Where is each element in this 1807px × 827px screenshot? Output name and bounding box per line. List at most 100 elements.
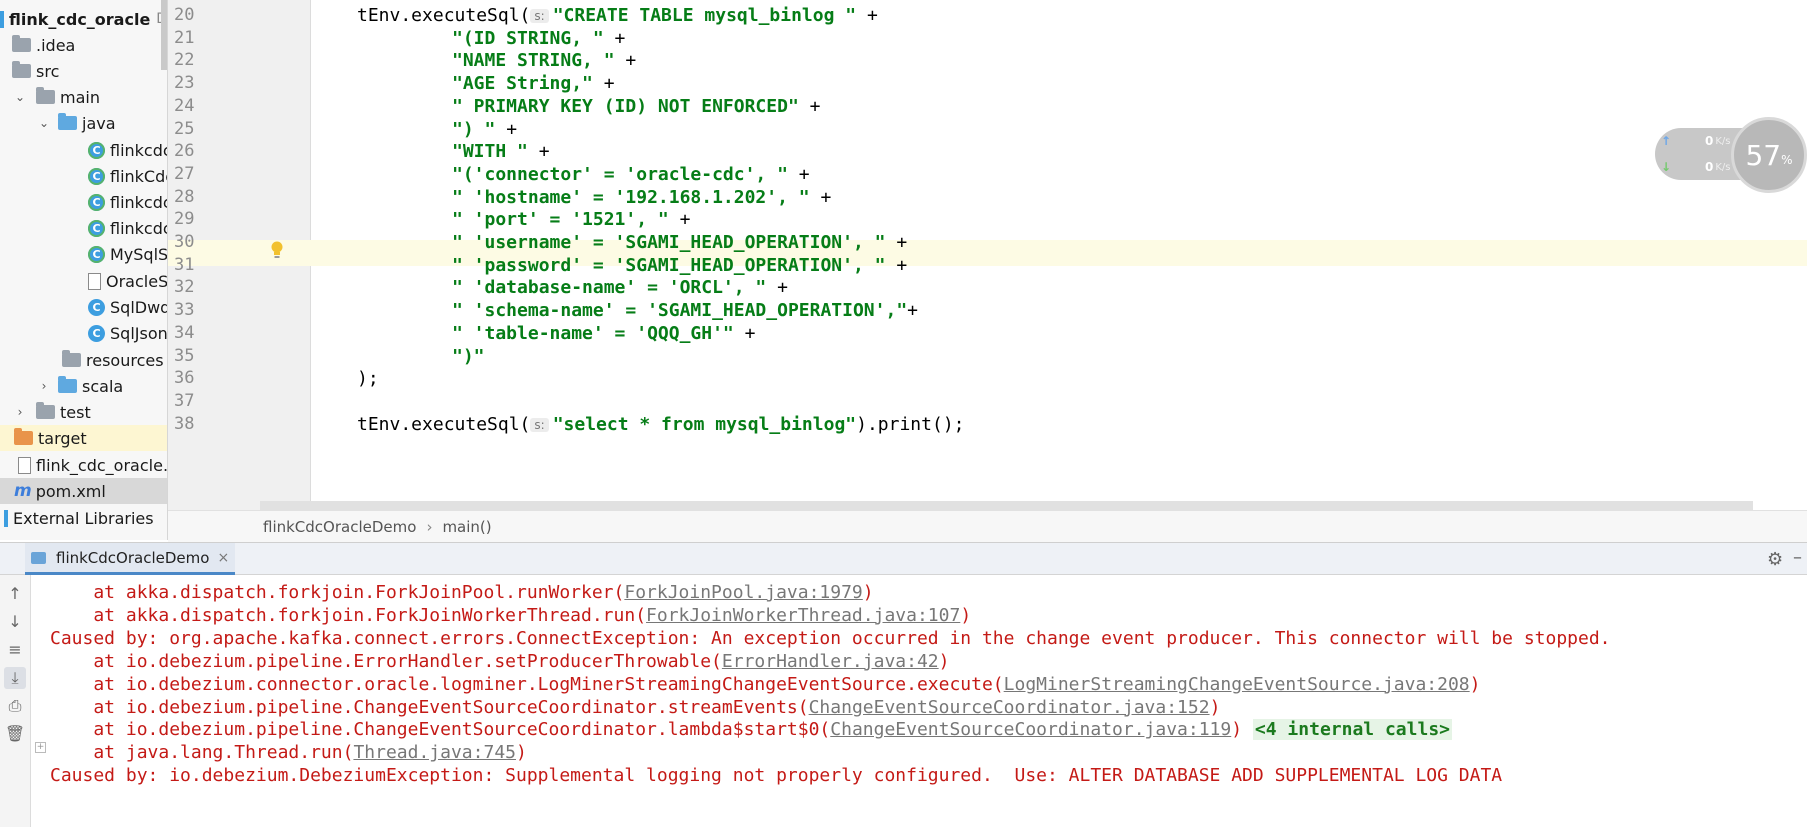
- line-number: 20: [174, 5, 195, 25]
- close-icon[interactable]: ×: [217, 550, 229, 566]
- tree-item-class[interactable]: C flinkCdc: [0, 163, 167, 189]
- chevron-right-icon[interactable]: ›: [12, 405, 28, 419]
- console-text: at akka.dispatch.forkjoin.ForkJoinPool.r…: [50, 582, 625, 603]
- console-line: Caused by: org.apache.kafka.connect.erro…: [50, 628, 1611, 649]
- line-number: 26: [174, 141, 195, 162]
- console-text: ): [862, 582, 874, 603]
- fold-marker-icon[interactable]: +: [35, 742, 46, 753]
- class-icon: C: [88, 219, 105, 237]
- project-root[interactable]: flink_cdc_oracle D:\o: [0, 6, 167, 32]
- tree-scrollbar[interactable]: [161, 0, 167, 70]
- lightbulb-icon[interactable]: [270, 241, 284, 259]
- tree-item-file[interactable]: OracleS: [0, 268, 167, 294]
- tree-item-java[interactable]: ⌄ java: [0, 110, 167, 136]
- line-number: 37: [174, 390, 195, 411]
- chevron-right-icon[interactable]: ›: [36, 379, 52, 393]
- run-toolbar: ↑ ↓ ≡ ⤓ ⎙ 🗑: [0, 575, 31, 827]
- line-number: 33: [174, 300, 195, 321]
- tree-item-label: flink_cdc_oracle.im: [36, 455, 168, 475]
- usage-gauge[interactable]: 57%: [1731, 117, 1807, 193]
- tree-item-idea[interactable]: .idea: [0, 32, 167, 58]
- chevron-down-icon[interactable]: ⌄: [36, 116, 52, 130]
- code-line: ") " +: [452, 119, 517, 140]
- current-line-highlight: [168, 240, 1807, 266]
- folder-icon: [36, 87, 55, 104]
- print-icon[interactable]: ⎙: [4, 695, 26, 717]
- string-literal: "('connector' = 'oracle-cdc', ": [452, 163, 788, 185]
- scroll-to-end-icon[interactable]: ⤓: [4, 667, 26, 689]
- string-literal: " PRIMARY KEY (ID) NOT ENFORCED": [452, 95, 799, 117]
- tree-item-class[interactable]: C SqlJson: [0, 320, 167, 346]
- console-line: at io.debezium.pipeline.ErrorHandler.set…: [50, 651, 949, 672]
- parameter-hint: s:: [530, 417, 549, 432]
- chevron-down-icon[interactable]: ⌄: [12, 90, 28, 104]
- string-literal: " 'password' = 'SGAMI_HEAD_OPERATION', ": [452, 254, 886, 276]
- tree-item-label: src: [36, 61, 60, 81]
- console-line: at io.debezium.pipeline.ChangeEventSourc…: [50, 697, 1220, 718]
- line-number: 29: [174, 209, 195, 230]
- run-tool-window-header: flinkCdcOracleDemo × ⚙ –: [0, 542, 1807, 575]
- tree-item-label: resources: [86, 350, 164, 370]
- internal-calls-fold[interactable]: <4 internal calls>: [1252, 719, 1452, 741]
- source-link[interactable]: ChangeEventSourceCoordinator.java:152: [809, 697, 1210, 718]
- source-link[interactable]: LogMinerStreamingChangeEventSource.java:…: [1004, 674, 1470, 695]
- tree-item-class[interactable]: C MySqlS: [0, 241, 168, 267]
- tree-item-main[interactable]: ⌄ main: [0, 84, 167, 110]
- code-line: "('connector' = 'oracle-cdc', " +: [452, 164, 810, 185]
- tree-item-target[interactable]: target: [0, 425, 167, 451]
- source-link[interactable]: ErrorHandler.java:42: [722, 651, 939, 672]
- folder-icon: [12, 35, 31, 52]
- editor-horizontal-scrollbar[interactable]: [260, 501, 1753, 510]
- tree-item-label: MySqlS: [110, 244, 168, 264]
- console-line: Caused by: io.debezium.DebeziumException…: [50, 765, 1502, 786]
- tree-item-resources[interactable]: resources: [0, 347, 167, 373]
- gear-icon[interactable]: ⚙: [1767, 549, 1783, 570]
- tree-item-pom[interactable]: m pom.xml: [0, 478, 167, 504]
- console-text: at io.debezium.connector.oracle.logminer…: [50, 673, 1004, 695]
- arrow-down-icon[interactable]: ↓: [4, 611, 26, 633]
- upload-value: 0: [1705, 134, 1714, 148]
- source-link[interactable]: ForkJoinPool.java:1979: [624, 582, 862, 603]
- code-line: tEnv.executeSql(s: "CREATE TABLE mysql_bi…: [357, 5, 878, 26]
- class-icon: C: [88, 298, 105, 316]
- string-literal: "(ID STRING, ": [452, 27, 604, 49]
- line-number: 35: [174, 345, 195, 366]
- code-text: +: [592, 73, 615, 95]
- breadcrumb-class[interactable]: flinkCdcOracleDemo: [263, 518, 416, 536]
- console-line: at java.lang.Thread.run(Thread.java:745): [50, 742, 527, 763]
- arrow-up-icon[interactable]: ↑: [4, 583, 26, 605]
- code-line: "NAME STRING, " +: [452, 50, 636, 71]
- upload-unit: K/s: [1715, 135, 1731, 147]
- tree-item-class[interactable]: C flinkcdc: [0, 215, 167, 241]
- minimize-icon[interactable]: –: [1793, 547, 1802, 568]
- source-link[interactable]: Thread.java:745: [353, 742, 516, 763]
- string-literal: ") ": [452, 118, 496, 140]
- trash-icon[interactable]: 🗑: [4, 723, 26, 745]
- breadcrumb-method[interactable]: main(): [442, 518, 491, 536]
- folder-icon: [14, 428, 33, 445]
- arrow-down-icon: ↓: [1661, 160, 1672, 174]
- tree-item-scala[interactable]: › scala: [0, 373, 167, 399]
- string-literal: " 'schema-name' = 'SGAMI_HEAD_OPERATION'…: [452, 300, 908, 322]
- source-link[interactable]: ChangeEventSourceCoordinator.java:119: [830, 719, 1231, 740]
- source-link[interactable]: ForkJoinWorkerThread.java:107: [646, 605, 960, 626]
- tree-item-class[interactable]: C flinkcdc: [0, 137, 167, 163]
- tree-item-class[interactable]: C flinkcdc: [0, 189, 167, 215]
- tree-item-external-libraries[interactable]: External Libraries: [0, 505, 167, 531]
- tree-item-test[interactable]: › test: [0, 399, 167, 425]
- tree-item-src[interactable]: src: [0, 58, 167, 84]
- line-number: 34: [174, 322, 195, 343]
- console-text: at io.debezium.pipeline.ErrorHandler.set…: [50, 650, 722, 672]
- code-text: +: [527, 141, 550, 163]
- console-text: at io.debezium.pipeline.ChangeEventSourc…: [50, 719, 831, 741]
- code-text: +: [885, 232, 908, 253]
- code-line: " PRIMARY KEY (ID) NOT ENFORCED" +: [452, 96, 820, 117]
- string-literal: " 'username' = 'SGAMI_HEAD_OPERATION', ": [452, 232, 886, 253]
- tree-item-iml[interactable]: flink_cdc_oracle.im: [0, 452, 168, 478]
- run-tab[interactable]: flinkCdcOracleDemo ×: [25, 543, 236, 575]
- console-output[interactable]: at akka.dispatch.forkjoin.ForkJoinPool.r…: [32, 575, 1807, 827]
- code-text: +: [733, 322, 756, 344]
- soft-wrap-icon[interactable]: ≡: [4, 639, 26, 661]
- tree-item-class[interactable]: C SqlDwd: [0, 294, 167, 320]
- breadcrumb-separator-icon: ›: [426, 517, 433, 536]
